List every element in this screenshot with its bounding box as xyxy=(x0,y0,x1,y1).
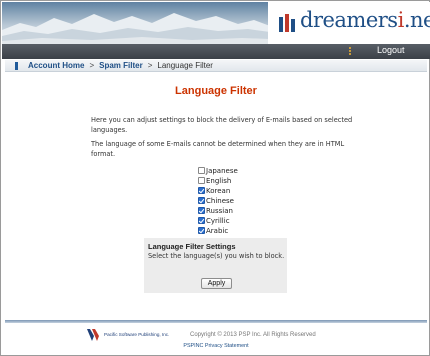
privacy-statement-link[interactable]: PSPINC Privacy Statement xyxy=(183,343,248,349)
grip-icon xyxy=(349,47,353,56)
checkbox[interactable] xyxy=(198,177,205,184)
breadcrumb-account-home[interactable]: Account Home xyxy=(28,61,84,70)
page-frame: dreamersi.net Logout Account Home > Spam F… xyxy=(0,0,430,356)
language-option-chinese[interactable]: Chinese xyxy=(198,197,234,207)
breadcrumb-spam-filter[interactable]: Spam Filter xyxy=(99,61,143,70)
checkbox[interactable] xyxy=(198,167,205,174)
checkbox-checked[interactable] xyxy=(198,207,205,214)
footer-company: Pacific Software Publishing, Inc. xyxy=(104,332,170,337)
checkbox-checked[interactable] xyxy=(198,227,205,234)
breadcrumb-current: Language Filter xyxy=(157,61,213,70)
language-option-korean[interactable]: Korean xyxy=(198,187,230,197)
breadcrumb-marker-icon xyxy=(15,62,18,70)
top-nav-bar: Logout xyxy=(2,44,430,59)
footer-divider xyxy=(5,320,427,323)
checkbox-checked[interactable] xyxy=(198,187,205,194)
settings-panel-title: Language Filter Settings xyxy=(148,242,236,251)
language-option-english[interactable]: English xyxy=(198,177,231,187)
language-option-russian[interactable]: Russian xyxy=(198,207,233,217)
language-option-arabic[interactable]: Arabic xyxy=(198,227,228,237)
checkbox-checked[interactable] xyxy=(198,217,205,224)
logo-wordmark: dreamersi.net xyxy=(300,8,430,32)
breadcrumb-separator: > xyxy=(147,61,153,70)
language-option-japanese[interactable]: Japanese xyxy=(198,167,238,177)
footer-copyright: Copyright © 2013 PSP Inc. All Rights Res… xyxy=(190,332,316,338)
psp-logo-icon xyxy=(87,329,99,341)
intro-text: Here you can adjust settings to block th… xyxy=(91,116,353,134)
logout-link[interactable]: Logout xyxy=(377,45,405,55)
language-option-cyrillic[interactable]: Cyrillic xyxy=(198,217,230,227)
apply-button[interactable]: Apply xyxy=(201,278,232,289)
logo[interactable]: dreamersi.net xyxy=(268,2,430,44)
logo-icon xyxy=(279,14,295,32)
header-banner: dreamersi.net xyxy=(2,2,430,44)
html-note-text: The language of some E-mails cannot be d… xyxy=(91,140,345,158)
page-title: Language Filter xyxy=(175,85,257,97)
checkbox-checked[interactable] xyxy=(198,197,205,204)
settings-panel: Language Filter Settings Select the lang… xyxy=(144,238,287,293)
breadcrumb-separator: > xyxy=(89,61,95,70)
mountain-banner-image xyxy=(2,2,270,44)
breadcrumb: Account Home > Spam Filter > Language Filter xyxy=(5,60,427,72)
settings-panel-instruction: Select the language(s) you wish to block… xyxy=(148,252,285,260)
